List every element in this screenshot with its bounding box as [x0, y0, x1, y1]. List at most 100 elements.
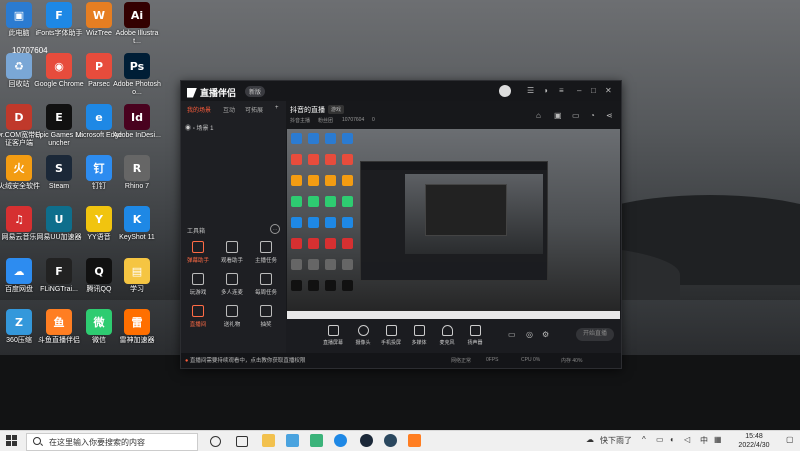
more-icon[interactable]: … [270, 224, 280, 234]
header-lock-icon[interactable]: ▣ [554, 111, 562, 120]
desktop-icon-indesign[interactable]: Id Adobe InDesi... [112, 104, 162, 140]
header-screen-icon[interactable]: ▭ [572, 111, 580, 120]
weather-text[interactable]: 快下雨了 [600, 435, 632, 446]
bell-icon[interactable]: ◔ [590, 111, 595, 120]
skin-icon[interactable]: ◑ [543, 86, 548, 95]
app-name: 直播伴侣 [200, 88, 237, 98]
preview-desktop-icon [325, 280, 336, 291]
settings-icon[interactable]: ☰ [527, 86, 534, 95]
start-button[interactable] [6, 435, 18, 447]
main-header: 抖音的直播 游戏 抖音主播 粉丝团 10707604 0 ⌂ ▣ ▭ ◔ ⋖ [286, 101, 621, 125]
desktop-icon-leishen[interactable]: 雷雷神加速器 [112, 309, 162, 345]
weather-icon[interactable]: ☁ [586, 435, 594, 444]
header-tool-icon[interactable]: ⌂ [536, 111, 541, 120]
stat-cpu: CPU 0% [521, 357, 541, 363]
desktop-icon-illustrator[interactable]: Ai Adobe Illustrat... [112, 2, 162, 46]
microphone-button[interactable]: 麦克风 [434, 325, 460, 346]
notice-label: 直播间需要持续观看中，点击教你获取直播权限 [189, 358, 306, 364]
preview-desktop-icon [325, 196, 336, 207]
desktop-icon-label: Adobe Photosho... [113, 81, 161, 96]
preview-desktop-icon [325, 217, 336, 228]
stream-preview[interactable] [287, 129, 620, 319]
tool-button[interactable]: 每周任务 [251, 273, 281, 296]
ime-indicator[interactable]: 中 [700, 435, 708, 446]
preview-desktop-icon [308, 280, 319, 291]
phone-cast-button[interactable]: 手机投屏 [378, 325, 404, 346]
notice-text[interactable]: ● 直播间需要持续观看中，点击教你获取直播权限 [185, 356, 305, 364]
google-chrome-icon: ◉ [46, 53, 72, 79]
tool-button[interactable]: 送礼物 [217, 305, 247, 328]
tool-button[interactable]: 主播任务 [251, 241, 281, 264]
tool-button[interactable]: 弹幕助手 [183, 241, 213, 264]
tool-button[interactable]: 玩游戏 [183, 273, 213, 296]
eye-icon[interactable]: ◉ [185, 126, 191, 132]
share-icon[interactable]: ⋖ [606, 111, 613, 120]
close-icon[interactable]: ✕ [605, 86, 612, 95]
pinned-app-icon[interactable] [360, 434, 373, 447]
cortana-icon[interactable] [210, 436, 221, 447]
pinned-app-icon[interactable] [286, 434, 299, 447]
monitor-icon [327, 325, 339, 336]
preview-desktop-icon [342, 238, 353, 249]
desktop-icon-photoshop[interactable]: Ps Adobe Photosho... [112, 53, 162, 97]
desktop-icon-keyshot[interactable]: K KeyShot 11 [112, 206, 162, 242]
desktop-icon-rhino[interactable]: R Rhino 7 [112, 155, 162, 191]
app-tray-icon[interactable]: ◐ [670, 435, 675, 444]
tool-button[interactable]: 观看助手 [217, 241, 247, 264]
parsec-icon: P [86, 53, 112, 79]
tab-my-scenes[interactable]: 我的场景 [187, 105, 211, 114]
ctrl-label: 扬声器 [467, 340, 483, 346]
tool-button[interactable]: 直播间 [183, 305, 213, 328]
add-scene-button[interactable]: + [275, 105, 279, 111]
chevron-up-icon[interactable]: ^ [642, 435, 646, 444]
tool-icon [192, 241, 204, 253]
category-badge[interactable]: 游戏 [328, 105, 345, 114]
tab-interaction[interactable]: 互动 [223, 105, 235, 114]
eye-icon[interactable]: ◎ [526, 330, 533, 339]
ctrl-label: 摄像头 [355, 340, 371, 346]
flingtrainer-icon: F [46, 258, 72, 284]
search-icon [33, 437, 41, 445]
edge-icon[interactable] [334, 434, 347, 447]
lock-icon[interactable]: ▫ [193, 126, 195, 132]
epic-games-icon: E [46, 104, 72, 130]
task-view-icon[interactable] [236, 436, 248, 447]
douyu-icon[interactable] [408, 434, 421, 447]
start-stream-button[interactable]: 开始直播 [576, 328, 614, 341]
stream-title: 抖音的直播 [290, 107, 325, 114]
title-bar[interactable]: 直播伴侣 新版 ☰ ◑ ≡ – □ ✕ [181, 81, 621, 101]
version-badge[interactable]: 新版 [245, 86, 266, 97]
gear-icon[interactable]: ⚙ [542, 330, 549, 339]
tool-button[interactable]: 抽奖 [251, 305, 281, 328]
streaming-app-window[interactable]: 直播伴侣 新版 ☰ ◑ ≡ – □ ✕ 我的场景 互动 可拓展 + ◉ ▫ 场景… [180, 80, 622, 369]
camera-icon [357, 325, 369, 336]
status-bar: ● 直播间需要持续观看中，点击教你获取直播权限 网络正常 0FPS CPU 0%… [181, 353, 621, 368]
camera-button[interactable]: 摄像头 [350, 325, 376, 346]
record-icon[interactable]: ▭ [508, 330, 516, 339]
volume-icon[interactable]: ◁ [684, 435, 690, 444]
minimize-icon[interactable]: – [577, 86, 581, 95]
preview-nested-screen [405, 174, 543, 254]
screen-capture-button[interactable]: 直播屏幕 [320, 325, 346, 346]
maximize-icon[interactable]: □ [591, 86, 596, 95]
clock[interactable]: 15:48 2022/4/30 [730, 432, 778, 450]
file-explorer-icon[interactable] [262, 434, 275, 447]
ctrl-label: 手机投屏 [380, 340, 401, 346]
preview-desktop-icon [291, 217, 302, 228]
pinned-app-icon[interactable] [310, 434, 323, 447]
speaker-button[interactable]: 扬声器 [462, 325, 488, 346]
tab-extensions[interactable]: 可拓展 [245, 105, 263, 114]
ime-mode-icon[interactable]: ▦ [714, 435, 722, 444]
tool-button[interactable]: 多人连麦 [217, 273, 247, 296]
clock-date: 2022/4/30 [738, 442, 770, 449]
menu-icon[interactable]: ≡ [559, 86, 564, 95]
multimedia-button[interactable]: 多媒体 [406, 325, 432, 346]
steam-icon[interactable] [384, 434, 397, 447]
desktop-icon-study-folder[interactable]: ▤ 学习 [112, 258, 162, 294]
network-icon[interactable]: ▭ [656, 435, 664, 444]
scene-item[interactable]: ◉ ▫ 场景 1 [185, 123, 214, 132]
ctrl-label: 多媒体 [411, 340, 427, 346]
taskbar-search[interactable]: 在这里输入你要搜索的内容 [26, 433, 198, 451]
notification-icon[interactable]: ▢ [786, 435, 794, 444]
avatar[interactable] [499, 85, 511, 97]
